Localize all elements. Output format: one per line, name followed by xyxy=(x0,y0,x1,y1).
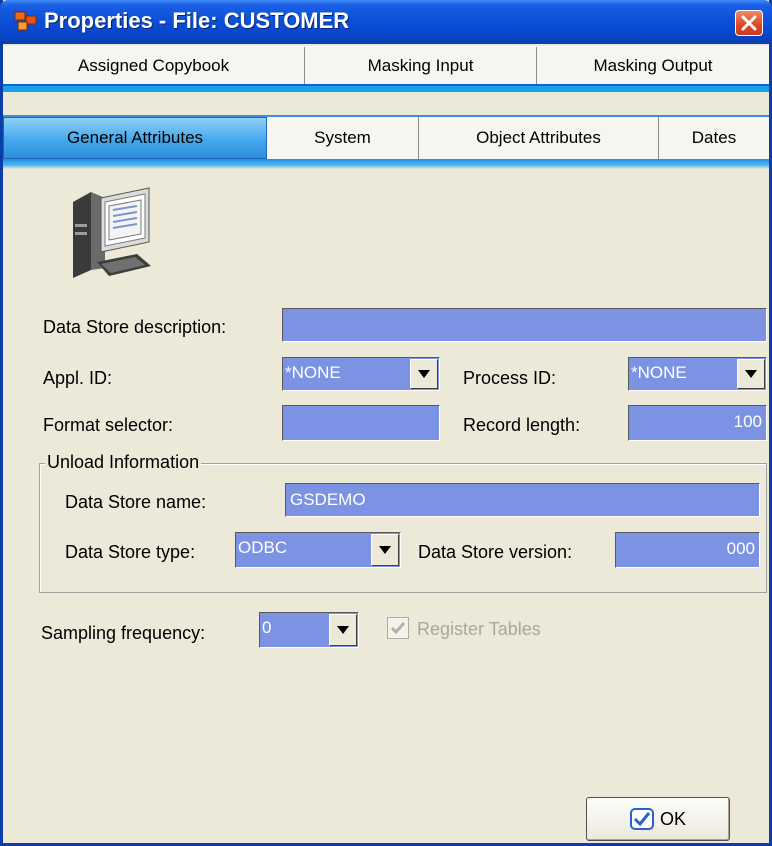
data-store-type-label: Data Store type: xyxy=(65,542,196,562)
data-store-type-select[interactable]: ODBC xyxy=(235,532,401,568)
properties-dialog: Properties - File: CUSTOMER Assigned Cop… xyxy=(0,0,772,846)
record-length-field[interactable]: 100 xyxy=(628,405,767,441)
appl-id-select[interactable]: *NONE xyxy=(282,357,440,391)
register-tables-label: Register Tables xyxy=(417,619,541,639)
tab-row-front: General Attributes System Object Attribu… xyxy=(3,115,769,159)
data-store-name-field[interactable]: GSDEMO xyxy=(285,483,760,517)
unload-information-title: Unload Information xyxy=(45,452,202,473)
data-store-type-value: ODBC xyxy=(238,538,288,557)
appl-id-value: *NONE xyxy=(285,363,341,382)
ok-check-icon xyxy=(629,808,654,830)
process-id-value: *NONE xyxy=(631,363,687,382)
process-id-label: Process ID: xyxy=(463,368,557,388)
close-icon xyxy=(741,15,757,31)
app-icon xyxy=(14,11,37,31)
record-length-label: Record length: xyxy=(463,415,581,435)
sampling-frequency-select[interactable]: 0 xyxy=(259,612,359,648)
close-button[interactable] xyxy=(735,10,763,36)
dropdown-arrow-icon[interactable] xyxy=(410,359,438,389)
process-id-select[interactable]: *NONE xyxy=(628,357,767,391)
tab-masking-input[interactable]: Masking Input xyxy=(305,47,537,84)
tab-panel-edge xyxy=(3,159,769,169)
dropdown-arrow-icon[interactable] xyxy=(737,359,765,389)
description-label: Data Store description: xyxy=(43,317,227,337)
sampling-frequency-label: Sampling frequency: xyxy=(41,623,206,643)
tab-assigned-copybook[interactable]: Assigned Copybook xyxy=(3,47,305,84)
appl-id-label: Appl. ID: xyxy=(43,368,113,388)
tab-masking-output[interactable]: Masking Output xyxy=(537,47,769,84)
tab-dates[interactable]: Dates xyxy=(659,117,769,159)
register-tables-checkbox[interactable] xyxy=(387,617,409,639)
data-store-version-label: Data Store version: xyxy=(418,542,573,562)
format-selector-field[interactable] xyxy=(282,405,440,441)
data-store-version-field[interactable]: 000 xyxy=(615,532,760,568)
ok-button[interactable]: OK xyxy=(586,797,730,841)
dropdown-arrow-icon[interactable] xyxy=(371,534,399,566)
tab-object-attributes[interactable]: Object Attributes xyxy=(419,117,659,159)
description-field[interactable] xyxy=(282,308,767,342)
tab-general-attributes[interactable]: General Attributes xyxy=(3,117,267,159)
data-store-name-label: Data Store name: xyxy=(65,492,207,512)
ok-label: OK xyxy=(659,808,686,829)
sampling-frequency-value: 0 xyxy=(262,618,272,637)
computer-icon xyxy=(73,187,151,278)
tab-system[interactable]: System xyxy=(267,117,419,159)
checkmark-icon xyxy=(390,622,406,635)
tab-row-back: Assigned Copybook Masking Input Masking … xyxy=(3,46,769,92)
dropdown-arrow-icon[interactable] xyxy=(329,614,357,646)
window-title: Properties - File: CUSTOMER xyxy=(44,8,350,33)
title-bar[interactable]: Properties - File: CUSTOMER xyxy=(0,0,772,44)
format-selector-label: Format selector: xyxy=(43,415,174,435)
